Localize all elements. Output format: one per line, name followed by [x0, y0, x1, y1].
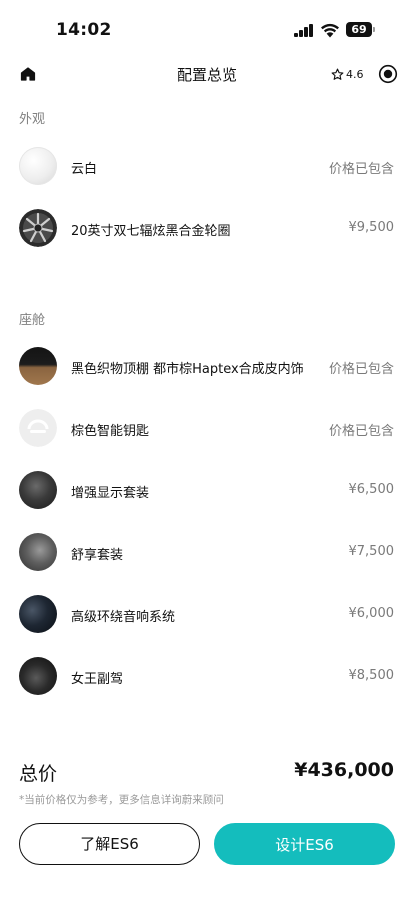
audio-system-thumbnail — [19, 595, 57, 633]
item-price: 价格已包含 — [328, 162, 394, 177]
item-name: 高级环绕音响系统 — [71, 610, 176, 625]
item-price: ¥8,500 — [348, 668, 395, 683]
list-item[interactable]: 女王副驾 ¥8,500 — [0, 657, 414, 697]
item-price: ¥6,000 — [348, 606, 395, 621]
star-icon — [331, 68, 344, 80]
item-price: ¥9,500 — [348, 220, 395, 235]
item-price: ¥7,500 — [348, 544, 395, 559]
comfort-package-thumbnail — [19, 533, 57, 571]
battery-icon: 69 — [346, 22, 376, 37]
list-item[interactable]: 高级环绕音响系统 ¥6,000 — [0, 595, 414, 635]
color-swatch-cloud-white — [19, 147, 57, 185]
item-price: ¥6,500 — [348, 482, 395, 497]
wheel-icon — [19, 209, 57, 247]
list-item[interactable]: 云白 价格已包含 — [0, 147, 414, 187]
total-label: 总价 — [19, 763, 58, 785]
total-price: ¥436,000 — [294, 759, 394, 781]
item-name: 云白 — [71, 162, 98, 177]
item-name: 增强显示套装 — [71, 486, 150, 501]
interior-swatch — [19, 347, 57, 385]
list-item[interactable]: 增强显示套装 ¥6,500 — [0, 471, 414, 511]
status-bar: 14:02 69 — [0, 0, 414, 56]
item-name: 舒享套装 — [71, 548, 124, 563]
cellular-signal-icon — [294, 24, 314, 37]
item-price: 价格已包含 — [328, 362, 394, 377]
learn-es6-button[interactable]: 了解ES6 — [19, 823, 200, 865]
list-item[interactable]: 20英寸双七辐炫黑合金轮圈 ¥9,500 — [0, 209, 414, 249]
price-disclaimer: *当前价格仅为参考，更多信息详询蔚来顾问 — [19, 794, 224, 806]
battery-level: 69 — [346, 22, 372, 37]
list-item[interactable]: 棕色智能钥匙 价格已包含 — [0, 409, 414, 449]
status-time: 14:02 — [56, 20, 112, 40]
queen-seat-thumbnail — [19, 657, 57, 695]
record-icon[interactable] — [378, 64, 398, 84]
display-package-thumbnail — [19, 471, 57, 509]
list-item[interactable]: 黑色织物顶棚 都市棕Haptex合成皮内饰 价格已包含 — [0, 347, 414, 387]
item-name: 女王副驾 — [71, 672, 124, 687]
item-name: 黑色织物顶棚 都市棕Haptex合成皮内饰 — [71, 362, 304, 377]
item-name: 20英寸双七辐炫黑合金轮圈 — [71, 224, 231, 239]
section-cabin-label: 座舱 — [19, 313, 46, 328]
rating-value: 4.6 — [346, 67, 364, 81]
rating-button[interactable]: 4.6 — [331, 65, 364, 83]
list-item[interactable]: 舒享套装 ¥7,500 — [0, 533, 414, 573]
nav-bar: 配置总览 4.6 — [0, 56, 414, 92]
section-exterior-label: 外观 — [19, 112, 46, 127]
design-es6-button[interactable]: 设计ES6 — [214, 823, 395, 865]
item-price: 价格已包含 — [328, 424, 394, 439]
wifi-icon — [321, 23, 339, 38]
item-name: 棕色智能钥匙 — [71, 424, 150, 439]
smart-key-icon — [19, 409, 57, 447]
